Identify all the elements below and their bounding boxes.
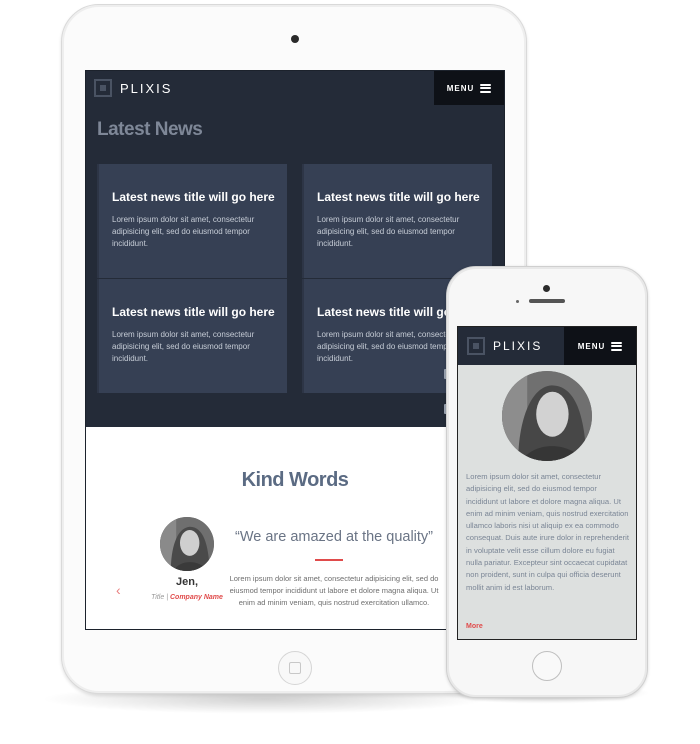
- news-card[interactable]: Latest news title will go here Lorem ips…: [97, 164, 287, 278]
- testimonials-heading: Kind Words: [241, 469, 349, 491]
- news-card-body: Lorem ipsum dolor sit amet, consectetur …: [317, 215, 460, 248]
- testimonial-body: Lorem ipsum dolor sit amet, consectetur …: [229, 574, 439, 607]
- hamburger-icon: [480, 83, 492, 93]
- testimonial-meta: Title | Company Name: [148, 593, 226, 603]
- phone-camera: [543, 285, 550, 292]
- phone-sensor: [516, 300, 519, 303]
- hamburger-icon: [611, 341, 623, 351]
- testimonial-separator: |: [166, 594, 169, 601]
- logo-mark-icon: [467, 337, 485, 355]
- tablet-camera: [291, 35, 299, 43]
- testimonial-name: Jen,: [175, 576, 198, 588]
- news-card[interactable]: Latest news title will go here Lorem ips…: [302, 164, 492, 278]
- phone-speaker: [529, 299, 565, 303]
- news-heading: Latest News: [97, 119, 203, 140]
- quote-divider: [315, 559, 343, 561]
- news-card-body: Lorem ipsum dolor sit amet, consectetur …: [112, 215, 255, 248]
- logo-mark-icon: [94, 79, 112, 97]
- more-link[interactable]: More: [466, 623, 483, 630]
- tablet-home-button[interactable]: [278, 651, 312, 685]
- phone-menu-button[interactable]: MENU: [564, 327, 636, 365]
- phone-navbar: PLIXIS MENU: [458, 327, 636, 365]
- phone-home-button[interactable]: [532, 651, 562, 681]
- testimonial-title: Title: [151, 594, 165, 601]
- news-card-title: Latest news title will go here: [112, 190, 275, 204]
- menu-label: MENU: [577, 341, 606, 351]
- news-card-title: Latest news title will go here: [112, 305, 275, 319]
- phone-screen: PLIXIS MENU Lorem ipsum dolor sit amet, …: [457, 326, 637, 640]
- logo-text: PLIXIS: [120, 80, 173, 96]
- chevron-left-icon[interactable]: ‹: [116, 582, 121, 598]
- logo-text: PLIXIS: [493, 339, 543, 353]
- profile-body-text: Lorem ipsum dolor sit amet, consectetur …: [466, 472, 629, 592]
- tablet-screen: PLIXIS MENU Latest News Latest news titl…: [85, 70, 505, 630]
- phone-logo[interactable]: PLIXIS: [467, 337, 542, 355]
- testimonial-quote: “We are amazed at the quality”: [235, 529, 433, 545]
- testimonial-company[interactable]: Company Name: [170, 594, 223, 601]
- tablet-logo[interactable]: PLIXIS: [94, 79, 172, 97]
- tablet-menu-button[interactable]: MENU: [434, 71, 504, 105]
- testimonial-avatar: [160, 517, 214, 571]
- profile-avatar: [502, 371, 592, 461]
- menu-label: MENU: [446, 83, 475, 93]
- news-card-title: Latest news title will go here: [317, 190, 480, 204]
- home-square-icon: [289, 662, 301, 674]
- news-section: PLIXIS MENU Latest News Latest news titl…: [86, 71, 504, 427]
- news-card-body: Lorem ipsum dolor sit amet, consectetur …: [112, 330, 255, 363]
- news-card[interactable]: Latest news title will go here Lorem ips…: [97, 279, 287, 393]
